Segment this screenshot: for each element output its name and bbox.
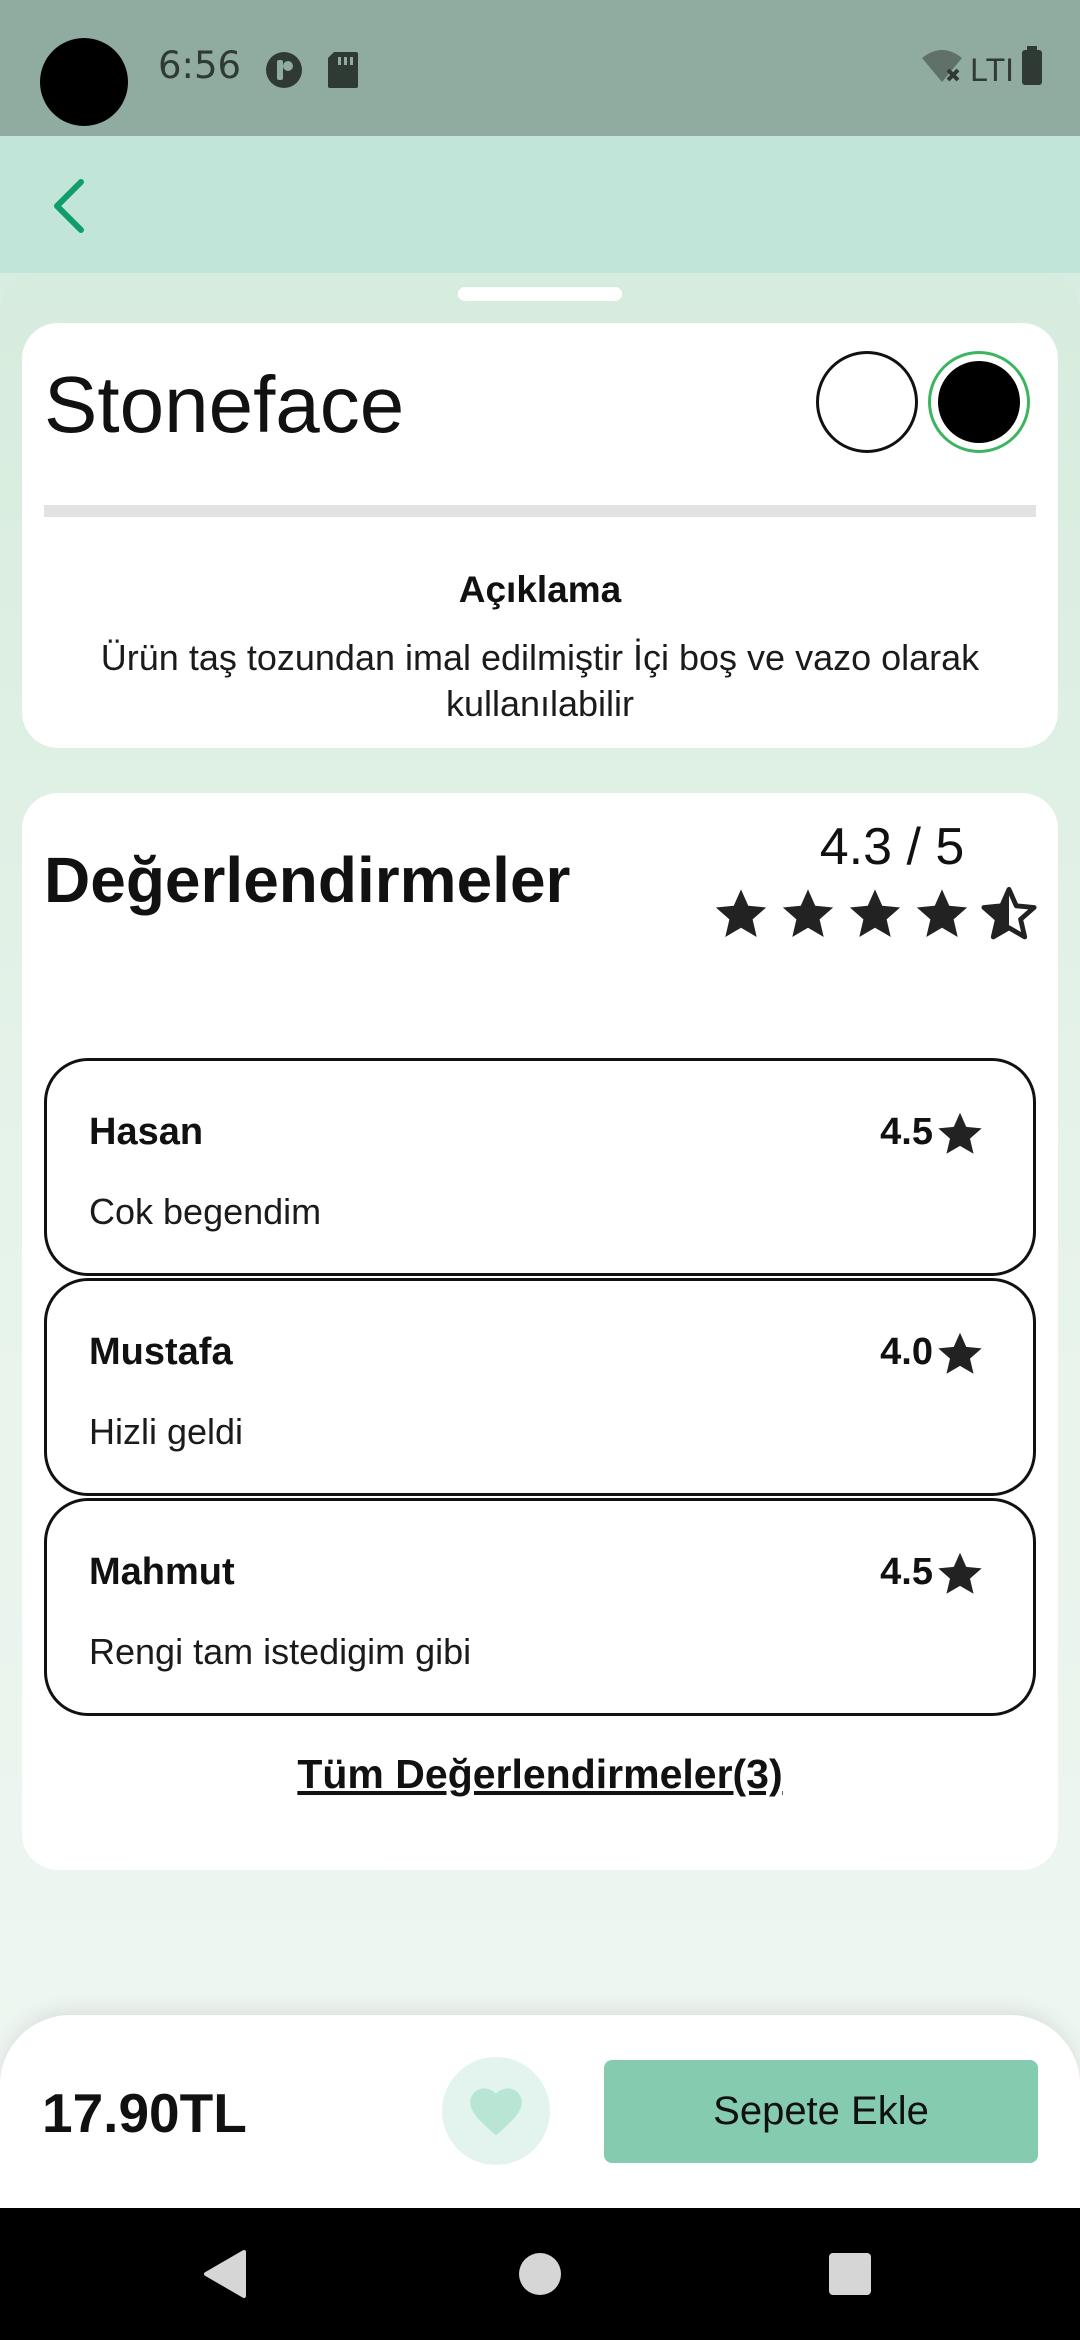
color-swatch-black-selected[interactable] [928, 351, 1030, 453]
star-filled-icon [938, 1552, 982, 1594]
content-sheet: Stoneface Açıklama Ürün taş tozundan ima… [0, 273, 1080, 2073]
status-right-group: LTI [920, 46, 1044, 94]
product-price: 17.90TL [42, 2082, 247, 2144]
review-score: 4.5 [880, 1111, 933, 1153]
review-author: Mahmut [89, 1551, 235, 1593]
star-filled-icon [849, 889, 901, 937]
nav-back-button[interactable] [200, 2248, 250, 2305]
star-filled-icon [938, 1332, 982, 1374]
triangle-back-icon [204, 2250, 246, 2298]
nav-home-button[interactable] [518, 2248, 562, 2305]
product-card: Stoneface Açıklama Ürün taş tozundan ima… [22, 323, 1058, 748]
screen: 6:56 LTI Stoneface Açıklama Ürün taş toz… [0, 0, 1080, 2340]
bottom-action-bar: 17.90TL Sepete Ekle [0, 2015, 1080, 2208]
review-text: Hizli geldi [89, 1411, 244, 1452]
review-author: Mustafa [89, 1331, 233, 1373]
status-bar: 6:56 LTI [0, 0, 1080, 136]
color-swatch-white[interactable] [816, 351, 918, 453]
review-card: Mustafa 4.0 Hizli geldi [44, 1278, 1036, 1496]
product-title: Stoneface [44, 360, 405, 449]
description-text: Ürün taş tozundan imal edilmiştir İçi bo… [100, 637, 980, 724]
network-label: LTI [970, 51, 1014, 88]
review-card: Mahmut 4.5 Rengi tam istedigim gibi [44, 1498, 1036, 1716]
system-nav-bar [0, 2208, 1080, 2340]
average-rating: 4.3 / 5 [819, 818, 965, 876]
battery-icon [1020, 46, 1044, 94]
reviews-card: Değerlendirmeler 4.3 / 5 Hasan 4.5 Cok b… [22, 793, 1058, 1870]
add-to-cart-button[interactable]: Sepete Ekle [604, 2060, 1038, 2163]
star-filled-icon [916, 889, 968, 937]
notification-app-icon [264, 50, 304, 95]
review-score: 4.5 [880, 1551, 933, 1593]
back-button[interactable] [30, 166, 110, 246]
camera-cutout [40, 38, 128, 126]
circle-home-icon [519, 2253, 561, 2295]
divider [44, 505, 1036, 517]
review-text: Cok begendim [89, 1191, 322, 1232]
chevron-left-icon [54, 179, 84, 233]
all-reviews-link[interactable]: Tüm Değerlendirmeler(3) [22, 1751, 1058, 1798]
square-recents-icon [829, 2253, 871, 2295]
star-filled-icon [782, 889, 834, 937]
average-stars [712, 885, 1038, 943]
review-score: 4.0 [880, 1331, 933, 1373]
description-title: Açıklama [458, 569, 622, 610]
star-filled-icon [715, 889, 767, 937]
star-half-icon [981, 886, 1037, 940]
wifi-off-icon [920, 48, 964, 92]
nav-recents-button[interactable] [828, 2248, 872, 2305]
heart-icon [470, 2088, 522, 2136]
review-author: Hasan [89, 1111, 204, 1153]
app-bar [0, 136, 1080, 273]
review-text: Rengi tam istedigim gibi [89, 1631, 472, 1672]
status-time: 6:56 [158, 44, 242, 87]
star-filled-icon [938, 1112, 982, 1154]
favorite-button[interactable] [442, 2057, 550, 2165]
sd-card-icon [326, 50, 360, 95]
review-card: Hasan 4.5 Cok begendim [44, 1058, 1036, 1276]
drag-handle[interactable] [458, 287, 622, 301]
reviews-title: Değerlendirmeler [44, 844, 571, 916]
